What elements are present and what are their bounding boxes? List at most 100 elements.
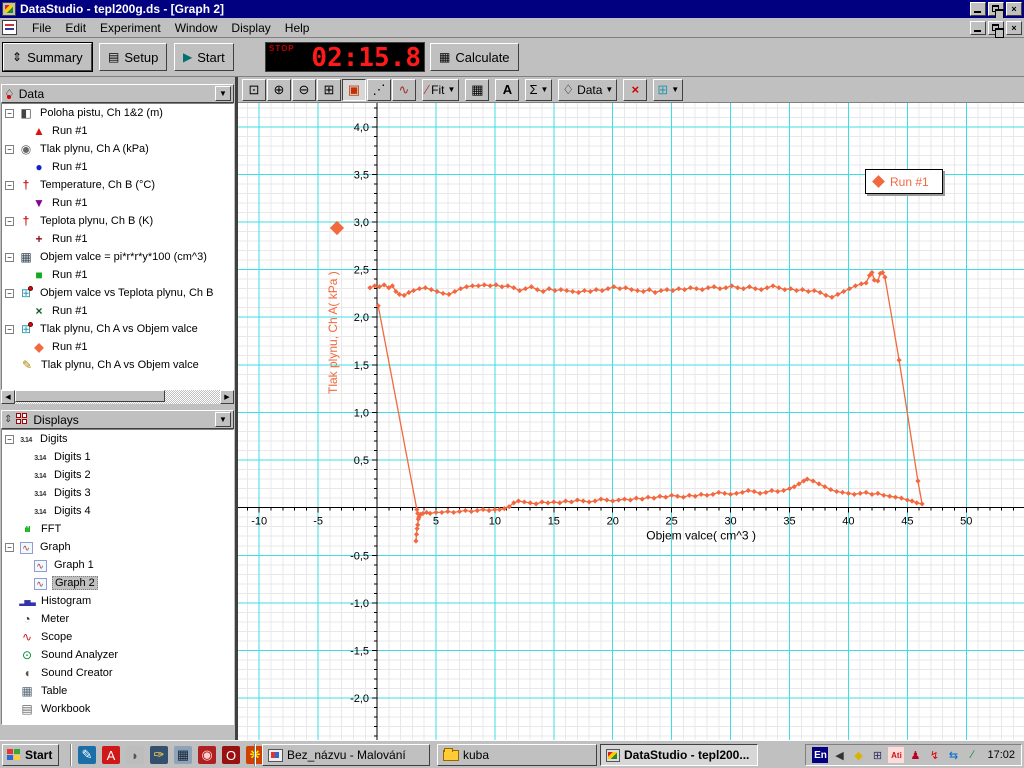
data-item-teplota-plynu-ch-b-k-[interactable]: − † Teplota plynu, Ch B (K) [2,212,233,230]
run-item[interactable]: ● Run #1 [2,158,233,176]
scale-to-fit-button[interactable]: ⊡ [242,78,266,101]
quicklaunch-dragon-icon[interactable]: ◉ [198,746,216,764]
run-item[interactable]: × Run #1 [2,302,233,320]
data-item-tlak-plynu-ch-a-vs-objem-val[interactable]: ✎ Tlak plynu, Ch A vs Objem valce [2,356,233,374]
display-item-digits-3[interactable]: 3.14 Digits 3 [2,484,233,502]
data-item-poloha-pistu-ch-1-2-m-[interactable]: − ◧ Poloha pistu, Ch 1&2 (m) [2,104,233,122]
menu-experiment[interactable]: Experiment [93,18,168,38]
menu-window[interactable]: Window [168,18,225,38]
quicklaunch-acrobat-icon[interactable]: A [102,746,120,764]
text-annotation-button[interactable]: A [495,78,520,101]
calculate-button[interactable]: ▦ Calculate [430,43,519,71]
data-dropdown[interactable]: ♢ Data ▼ [558,78,618,101]
quicklaunch-pen-icon[interactable]: ✑ [150,746,168,764]
tray-scheduler-icon[interactable]: ⊞ [869,747,885,763]
display-item-sound-analyzer[interactable]: ⊙ Sound Analyzer [2,646,233,664]
run1-data-points[interactable] [367,269,925,544]
quicklaunch-bird-icon[interactable]: ◗ [126,746,144,764]
hscroll-thumb[interactable] [15,390,165,402]
close-button[interactable]: × [1006,2,1022,16]
chevron-down-icon[interactable]: ▼ [448,85,456,94]
child-close-button[interactable]: × [1006,20,1022,35]
display-item-digits-1[interactable]: 3.14 Digits 1 [2,448,233,466]
smart-tool-button[interactable]: ▣ [342,78,366,101]
start-button[interactable]: ▶ Start [174,43,234,71]
data-item-tlak-plynu-ch-a-vs-objem-val[interactable]: − ⊞ Tlak plynu, Ch A vs Objem valce [2,320,233,338]
x-axis-label[interactable]: Objem valce( cm^3 ) [646,529,756,543]
display-item-fft[interactable]: ılıl FFT [2,520,233,538]
document-icon[interactable] [2,20,17,35]
display-item-digits-4[interactable]: 3.14 Digits 4 [2,502,233,520]
datastudio-app-icon[interactable] [2,2,16,16]
display-item-meter[interactable]: ◔ Meter [2,610,233,628]
display-item-workbook[interactable]: ▤ Workbook [2,700,233,718]
tree-expander[interactable]: − [5,288,14,298]
tree-expander[interactable]: − [5,180,14,190]
graph-legend[interactable]: Run #1 [865,169,943,194]
display-item-sound-creator[interactable]: ◖ Sound Creator [2,664,233,682]
tray-diamond-icon[interactable]: ◆ [850,747,866,763]
menu-edit[interactable]: Edit [58,18,93,38]
hscroll-track[interactable] [15,390,220,404]
menu-file[interactable]: File [25,18,58,38]
display-item-graph-2[interactable]: ∿ Graph 2 [2,574,233,592]
run-item[interactable]: ◆ Run #1 [2,338,233,356]
zoom-in-button[interactable]: ⊕ [267,78,291,101]
menu-help[interactable]: Help [278,18,317,38]
language-indicator[interactable]: En [812,747,829,763]
tree-expander[interactable]: − [5,252,14,262]
slope-tool-button[interactable]: ⋰ [367,78,391,101]
data-panel-dropdown-button[interactable]: ▼ [215,86,231,101]
tray-volume-icon[interactable]: ◀ [831,747,847,763]
restore-button[interactable] [988,2,1004,19]
task-button-1[interactable]: Bez_názvu - Malování [262,744,430,766]
data-item-objem-valce-pi-r-r-y-100-cm-[interactable]: − ▦ Objem valce = pi*r*r*y*100 (cm^3) [2,248,233,266]
plot-area[interactable]: -10 -5 5 10 15 20 25 30 35 40 45 50 4,0 3,5 3,0 2,5 2,0 1… [238,103,1024,740]
graph-plot[interactable]: -10 -5 5 10 15 20 25 30 35 40 45 50 4,0 3,5 3,0 2,5 2,0 1… [238,103,1024,740]
clock[interactable]: 17:02 [987,749,1015,761]
child-minimize-button[interactable] [970,20,986,35]
quicklaunch-calculator-icon[interactable]: ▦ [174,746,192,764]
hscroll-left-button[interactable]: ◀ [1,390,15,404]
tray-ati-icon[interactable]: Ati [888,747,905,763]
tray-agent-icon[interactable]: ♟ [907,747,923,763]
tree-expander[interactable]: − [5,144,14,154]
tray-pen-icon[interactable]: ∕ [964,747,980,763]
chevron-down-icon[interactable]: ▼ [605,85,613,94]
child-restore-button[interactable] [988,20,1004,38]
run1-data-line[interactable] [369,271,923,542]
display-item-graph-1[interactable]: ∿ Graph 1 [2,556,233,574]
display-item-digits-2[interactable]: 3.14 Digits 2 [2,466,233,484]
displays-panel-header[interactable]: ⇕ Displays ▼ [1,410,234,429]
quicklaunch-notes-icon[interactable]: ✎ [78,746,96,764]
setup-button[interactable]: ▤ Setup [99,43,168,71]
task-button-3[interactable]: DataStudio - tepl200... [600,744,758,766]
chevron-down-icon[interactable]: ▼ [671,85,679,94]
calculator-button[interactable]: ▦ [465,78,490,101]
delete-button[interactable]: × [623,78,648,101]
fit-dropdown[interactable]: ∕ Fit ▼ [422,78,460,101]
data-item-temperature-ch-b-c-[interactable]: − † Temperature, Ch B (°C) [2,176,233,194]
display-item-histogram[interactable]: ▂▅▃ Histogram [2,592,233,610]
y-axis-label[interactable]: Tlak plynu, Ch A( kPa ) [326,233,344,433]
hscroll-right-button[interactable]: ▶ [220,390,234,404]
data-tree-hscrollbar[interactable]: ◀ ▶ [1,390,234,404]
tree-expander[interactable]: − [5,108,14,118]
summary-button[interactable]: ⇕ Summary [2,42,93,72]
run-item[interactable]: + Run #1 [2,230,233,248]
display-item-scope[interactable]: ∿ Scope [2,628,233,646]
task-button-2[interactable]: kuba [437,744,597,766]
zoom-select-button[interactable]: ⊞ [317,78,341,101]
display-item-table[interactable]: ▦ Table [2,682,233,700]
quicklaunch-opera-icon[interactable]: O [222,746,240,764]
run-item[interactable]: ▼ Run #1 [2,194,233,212]
tree-expander[interactable]: − [5,434,14,444]
display-item-graph[interactable]: − ∿ Graph [2,538,233,556]
tree-expander[interactable]: − [5,542,14,552]
chevron-down-icon[interactable]: ▼ [540,85,548,94]
tree-expander[interactable]: − [5,324,14,334]
menu-display[interactable]: Display [224,18,277,38]
minimize-button[interactable] [970,2,986,16]
zoom-out-button[interactable]: ⊖ [292,78,316,101]
run-item[interactable]: ▲ Run #1 [2,122,233,140]
